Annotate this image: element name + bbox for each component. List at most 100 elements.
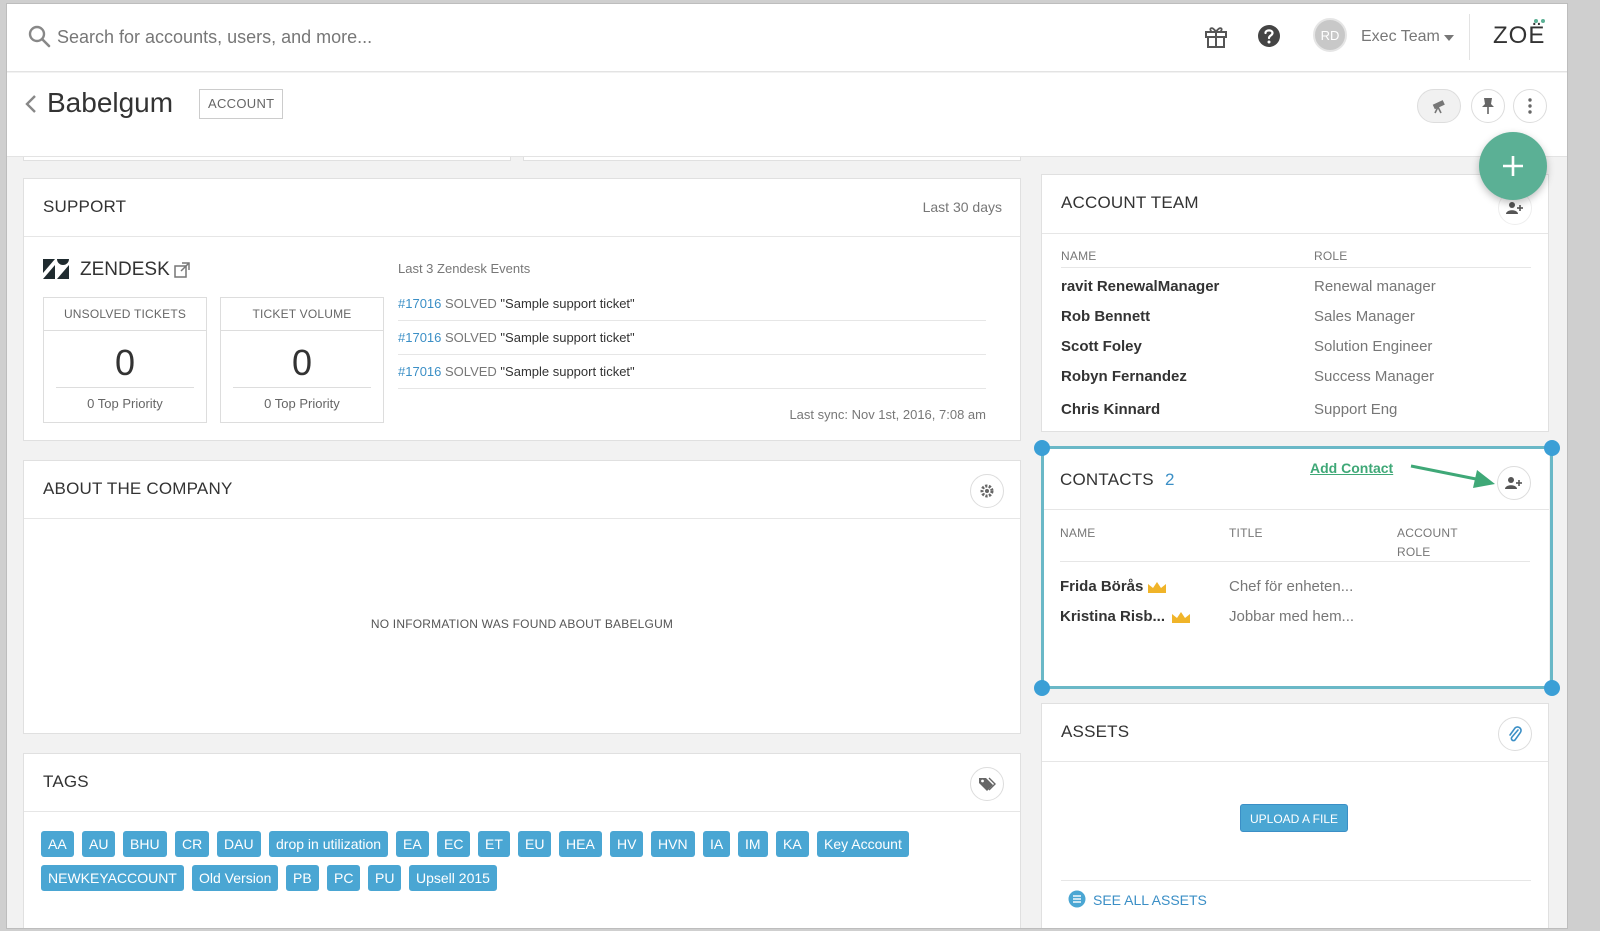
gift-icon[interactable] — [1203, 23, 1229, 49]
help-icon[interactable] — [1257, 24, 1281, 48]
column-header-name: NAME — [1060, 526, 1096, 540]
tag-chip[interactable]: IA — [703, 831, 731, 857]
unsolved-tickets-stat: UNSOLVED TICKETS 0 0 Top Priority — [43, 297, 207, 423]
ticket-status: SOLVED — [445, 330, 497, 345]
team-member-name[interactable]: ravit RenewalManager — [1061, 278, 1219, 295]
ticket-link[interactable]: #17016 — [398, 296, 441, 311]
team-member-name[interactable]: Chris Kinnard — [1061, 401, 1160, 418]
selection-border — [1041, 446, 1553, 449]
divider — [1060, 561, 1530, 562]
team-member-role: Renewal manager — [1314, 278, 1436, 295]
team-member-name[interactable]: Robyn Fernandez — [1061, 368, 1187, 385]
plus-icon — [1503, 156, 1523, 176]
account-team-panel: ACCOUNT TEAM NAME ROLE ravit RenewalMana… — [1041, 174, 1549, 432]
more-options-button[interactable] — [1513, 89, 1547, 123]
contact-title: Chef för enheten... — [1229, 578, 1354, 595]
global-search-input[interactable] — [57, 22, 577, 52]
resize-handle[interactable] — [1544, 440, 1560, 456]
stat-value: 0 — [291, 342, 313, 383]
add-user-icon — [1505, 477, 1522, 489]
column-header-account-role: ROLE — [1397, 545, 1431, 559]
support-panel: SUPPORT Last 30 days ZENDESK UNSOLVED TI… — [23, 178, 1021, 441]
gear-icon — [980, 484, 994, 498]
tag-chip[interactable]: BHU — [123, 831, 167, 857]
telescope-button[interactable] — [1417, 89, 1461, 123]
list-icon — [1068, 890, 1086, 908]
contact-name[interactable]: Frida Börås — [1060, 578, 1143, 595]
team-member-role: Success Manager — [1314, 368, 1435, 385]
add-contact-annotation: Add Contact — [1310, 460, 1394, 476]
tag-chip[interactable]: PU — [368, 865, 402, 891]
event-row: #17016 SOLVED "Sample support ticket" — [398, 287, 986, 321]
chevron-down-icon[interactable] — [1444, 35, 1454, 41]
card-edge — [523, 157, 1021, 161]
ticket-link[interactable]: #17016 — [398, 364, 441, 379]
tag-chip[interactable]: ET — [478, 831, 510, 857]
tags-edit-button[interactable] — [970, 767, 1004, 801]
stat-value: 0 — [114, 342, 136, 383]
tag-chip[interactable]: HV — [610, 831, 644, 857]
crown-icon — [1148, 582, 1166, 593]
telescope-icon — [1432, 100, 1445, 114]
tag-icon — [979, 777, 996, 791]
tag-chip[interactable]: drop in utilization — [269, 831, 389, 857]
add-user-icon — [1506, 202, 1523, 214]
tag-chip[interactable]: EC — [437, 831, 471, 857]
upload-file-button[interactable]: UPLOAD A FILE — [1240, 804, 1348, 832]
ticket-link[interactable]: #17016 — [398, 330, 441, 345]
tag-chip[interactable]: HVN — [651, 831, 695, 857]
external-link-icon[interactable] — [174, 262, 190, 278]
see-all-assets-link[interactable]: SEE ALL ASSETS — [1093, 892, 1207, 908]
team-selector[interactable]: Exec Team — [1361, 28, 1440, 46]
tag-chip[interactable]: EA — [396, 831, 429, 857]
tag-chip[interactable]: KA — [776, 831, 809, 857]
tag-chip[interactable]: AU — [82, 831, 116, 857]
contacts-count: 2 — [1165, 470, 1175, 489]
column-header-title: TITLE — [1229, 526, 1263, 540]
tag-chip[interactable]: NEWKEYACCOUNT — [41, 865, 184, 891]
team-member-role: Solution Engineer — [1314, 338, 1433, 355]
resize-handle[interactable] — [1034, 680, 1050, 696]
add-contact-button[interactable] — [1497, 466, 1531, 500]
tag-chip[interactable]: Old Version — [192, 865, 279, 891]
tag-chip[interactable]: PC — [327, 865, 361, 891]
tag-chip[interactable]: PB — [286, 865, 319, 891]
tag-chip[interactable]: HEA — [559, 831, 602, 857]
top-bar: RD Exec Team ZOË — [7, 4, 1567, 72]
ticket-subject: "Sample support ticket" — [500, 364, 635, 379]
tag-chip[interactable]: CR — [175, 831, 210, 857]
selection-border — [1041, 686, 1553, 689]
contacts-panel: CONTACTS 2 Add Contact NAME TITLE ACCOUN… — [1041, 448, 1549, 688]
tag-chip[interactable]: Upsell 2015 — [409, 865, 497, 891]
annotation-arrow-icon — [1410, 464, 1495, 488]
ticket-subject: "Sample support ticket" — [500, 330, 635, 345]
tag-chip[interactable]: IM — [738, 831, 768, 857]
user-avatar[interactable]: RD — [1313, 18, 1347, 52]
tag-chip[interactable]: DAU — [217, 831, 261, 857]
pin-button[interactable] — [1471, 89, 1505, 123]
assets-panel: ASSETS UPLOAD A FILE SEE ALL ASSETS — [1041, 703, 1549, 928]
event-row: #17016 SOLVED "Sample support ticket" — [398, 355, 986, 389]
event-row: #17016 SOLVED "Sample support ticket" — [398, 321, 986, 355]
zoe-logo: ZOË — [1493, 22, 1546, 49]
attach-button[interactable] — [1498, 717, 1532, 751]
date-range-label: Last 30 days — [922, 199, 1002, 215]
tag-chip[interactable]: AA — [41, 831, 74, 857]
divider — [1042, 761, 1548, 762]
card-edge — [23, 157, 511, 161]
team-member-name[interactable]: Rob Bennett — [1061, 308, 1150, 325]
panel-title: TAGS — [43, 772, 89, 791]
account-type-badge: ACCOUNT — [199, 89, 284, 119]
resize-handle[interactable] — [1034, 440, 1050, 456]
add-fab-button[interactable] — [1479, 132, 1547, 200]
panel-title: CONTACTS — [1060, 470, 1154, 489]
tag-chip[interactable]: Key Account — [817, 831, 909, 857]
contact-name[interactable]: Kristina Risb... — [1060, 608, 1165, 625]
about-settings-button[interactable] — [970, 474, 1004, 508]
contact-title: Jobbar med hem... — [1229, 608, 1355, 625]
back-chevron-icon[interactable] — [23, 93, 39, 115]
stat-footer: 0 Top Priority — [87, 396, 163, 411]
team-member-name[interactable]: Scott Foley — [1061, 338, 1142, 355]
tag-chip[interactable]: EU — [518, 831, 552, 857]
resize-handle[interactable] — [1544, 680, 1560, 696]
